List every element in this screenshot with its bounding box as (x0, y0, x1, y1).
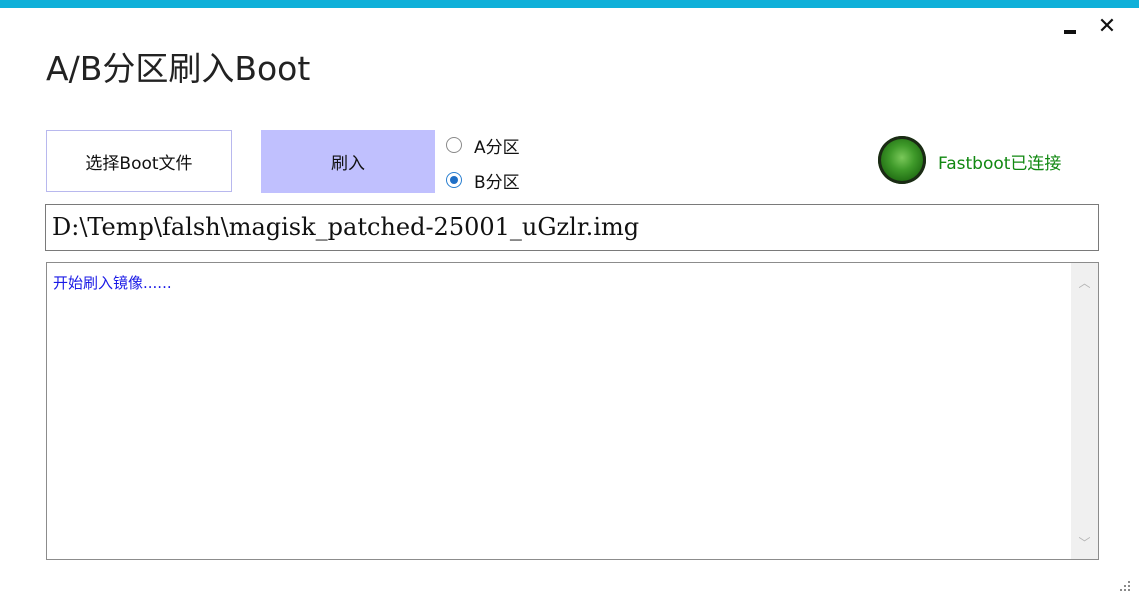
chevron-down-icon: ﹀ (1078, 535, 1091, 550)
chevron-up-icon: ︿ (1078, 275, 1091, 290)
close-icon: ✕ (1097, 13, 1117, 39)
flash-button[interactable]: 刷入 (261, 130, 435, 193)
minimize-button[interactable] (1056, 12, 1084, 40)
log-scrollbar[interactable]: ︿ ﹀ (1071, 263, 1098, 559)
log-line: 开始刷入镜像...... (53, 274, 172, 292)
boot-file-path-field[interactable]: D:\Temp\falsh\magisk_patched-25001_uGzlr… (45, 204, 1099, 251)
resize-grip-icon[interactable] (1116, 577, 1132, 593)
scroll-up-button[interactable]: ︿ (1071, 271, 1098, 293)
partition-b-radio[interactable]: B分区 (446, 168, 520, 193)
close-button[interactable]: ✕ (1093, 12, 1121, 40)
partition-b-label: B分区 (474, 172, 520, 193)
scroll-down-button[interactable]: ﹀ (1071, 531, 1098, 553)
connection-status-text: Fastboot已连接 (938, 154, 1062, 174)
log-output-area[interactable]: 开始刷入镜像...... ︿ ﹀ (46, 262, 1099, 560)
partition-a-radio[interactable]: A分区 (446, 133, 520, 158)
window-top-border (0, 0, 1139, 8)
radio-b-indicator[interactable] (446, 172, 462, 188)
connection-status-led-icon (878, 136, 926, 184)
partition-a-label: A分区 (474, 137, 520, 158)
window-title: A/B分区刷入Boot (46, 49, 311, 88)
app-window: ✕ A/B分区刷入Boot 选择Boot文件 刷入 A分区 B分区 Fastbo… (0, 0, 1139, 598)
select-boot-file-button[interactable]: 选择Boot文件 (46, 130, 232, 192)
radio-a-indicator[interactable] (446, 137, 462, 153)
minimize-icon (1064, 30, 1076, 34)
